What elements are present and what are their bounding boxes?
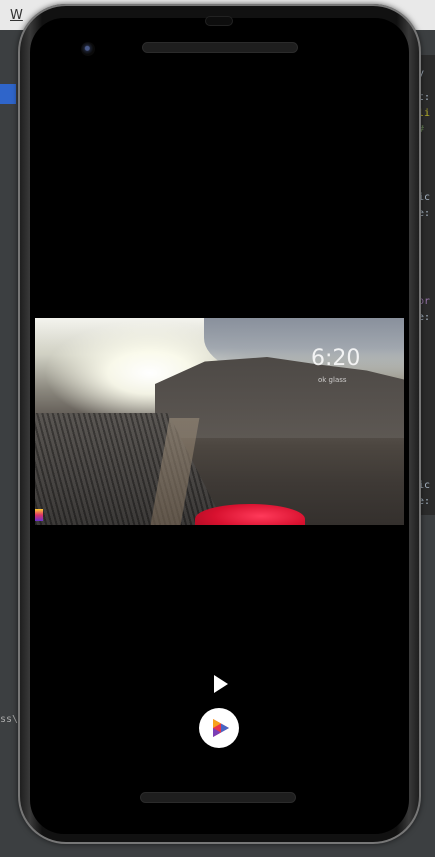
video-player[interactable]: 6:20 ok glass <box>35 318 404 525</box>
video-clock-overlay: 6:20 <box>311 346 361 371</box>
screen-anchor <box>18 4 19 5</box>
bottom-speaker-grille <box>141 793 295 802</box>
earpiece-sensor <box>206 17 232 25</box>
play-button[interactable] <box>207 670 235 698</box>
video-clock-subtext: ok glass <box>318 376 347 384</box>
ide-left-bottom-text: ss\ <box>0 714 19 725</box>
video-edge-badge <box>35 509 43 521</box>
top-speaker-grille <box>143 43 297 52</box>
play-icon <box>214 675 228 693</box>
ide-menu-fragment[interactable]: W <box>10 8 23 23</box>
app-logo-button[interactable] <box>199 708 239 748</box>
video-red-wing <box>195 504 305 525</box>
front-camera-icon <box>81 42 95 56</box>
app-logo-icon <box>213 719 229 737</box>
ide-left-selection <box>0 84 16 104</box>
